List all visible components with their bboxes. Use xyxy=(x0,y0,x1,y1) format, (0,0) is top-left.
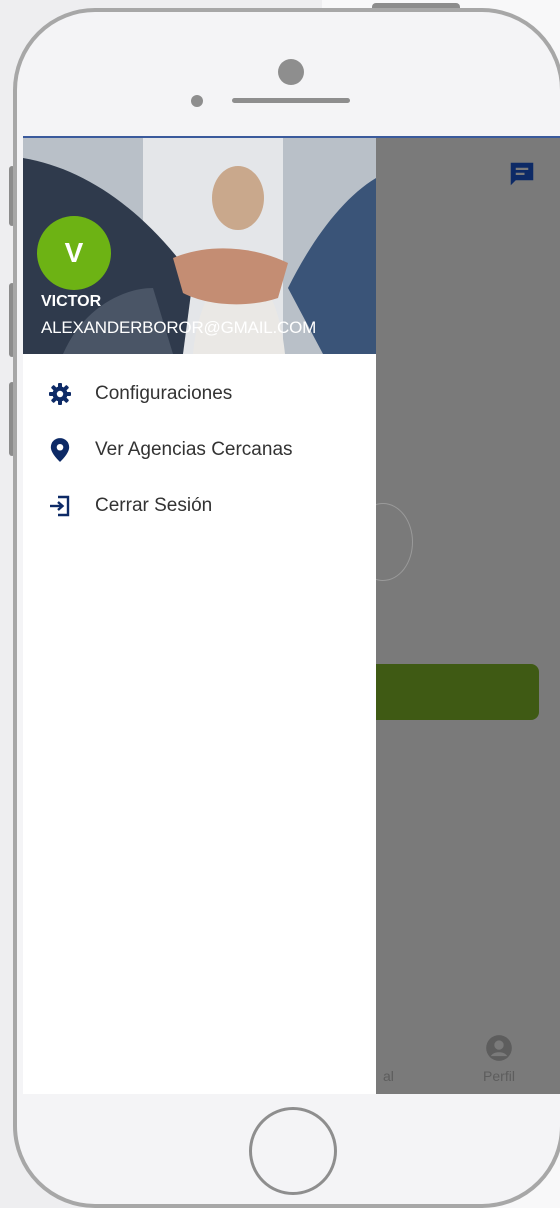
location-pin-icon xyxy=(45,435,75,465)
gear-icon xyxy=(45,379,75,409)
logout-icon xyxy=(45,491,75,521)
proximity-sensor xyxy=(191,95,203,107)
avatar[interactable]: V xyxy=(37,216,111,290)
background-nav-label: al xyxy=(383,1068,394,1084)
menu-item-label: Cerrar Sesión xyxy=(95,495,213,516)
navigation-drawer: V VICTOR ALEXANDERBOROR@GMAIL.COM Config… xyxy=(23,138,376,1094)
menu-item-ver-agencias-cercanas[interactable]: Ver Agencias Cercanas xyxy=(23,422,376,478)
profile-icon xyxy=(486,1035,512,1061)
phone-frame: al Perfil V VICTOR ALEXANDERBOROR@GMAIL.… xyxy=(13,8,560,1208)
menu-item-cerrar-sesion[interactable]: Cerrar Sesión xyxy=(23,478,376,534)
front-camera xyxy=(278,59,304,85)
home-button[interactable] xyxy=(249,1107,337,1195)
nav-profile-label: Perfil xyxy=(483,1068,515,1084)
menu-item-configuraciones[interactable]: Configuraciones xyxy=(23,366,376,422)
menu-item-label: Ver Agencias Cercanas xyxy=(95,439,293,460)
user-email: ALEXANDERBOROR@GMAIL.COM xyxy=(41,318,317,337)
chat-icon[interactable] xyxy=(504,156,540,192)
earpiece-speaker xyxy=(232,98,350,103)
app-screen: al Perfil V VICTOR ALEXANDERBOROR@GMAIL.… xyxy=(23,136,560,1094)
nav-profile-tab[interactable]: Perfil xyxy=(469,1034,529,1084)
drawer-menu: Configuraciones Ver Agencias Cercanas Ce… xyxy=(23,366,376,534)
drawer-header: V VICTOR ALEXANDERBOROR@GMAIL.COM xyxy=(23,138,376,354)
user-name: VICTOR xyxy=(41,293,102,310)
menu-item-label: Configuraciones xyxy=(95,383,233,404)
